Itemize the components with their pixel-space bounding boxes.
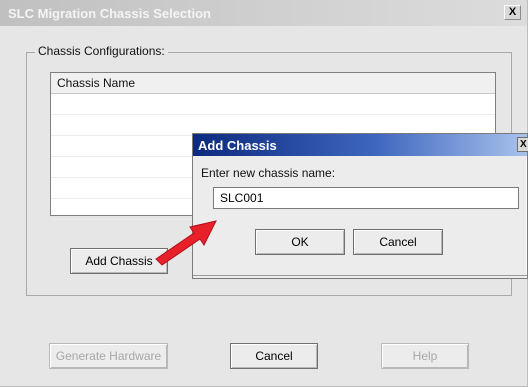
dialog-bottom-edge: [193, 275, 527, 276]
cancel-button[interactable]: Cancel: [230, 343, 318, 369]
dialog-cancel-button[interactable]: Cancel: [353, 229, 443, 255]
column-header-chassis-name[interactable]: Chassis Name: [51, 73, 495, 94]
window-title: SLC Migration Chassis Selection: [8, 6, 211, 21]
ok-button[interactable]: OK: [255, 229, 345, 255]
window-close-button[interactable]: X: [504, 5, 521, 20]
pointer-arrow-icon: [155, 220, 217, 266]
add-chassis-dialog: Add Chassis X Enter new chassis name: OK…: [192, 133, 528, 279]
help-button[interactable]: Help: [381, 343, 469, 369]
dialog-close-button[interactable]: X: [517, 137, 528, 152]
dialog-prompt: Enter new chassis name:: [201, 166, 336, 180]
title-bar: SLC Migration Chassis Selection X: [0, 0, 527, 26]
chassis-name-input[interactable]: [213, 187, 519, 209]
generate-hardware-button[interactable]: Generate Hardware: [49, 343, 168, 369]
dialog-title: Add Chassis: [198, 138, 277, 153]
group-label: Chassis Configurations:: [35, 44, 168, 58]
dialog-title-bar: Add Chassis: [193, 134, 527, 156]
list-row: [51, 94, 495, 115]
